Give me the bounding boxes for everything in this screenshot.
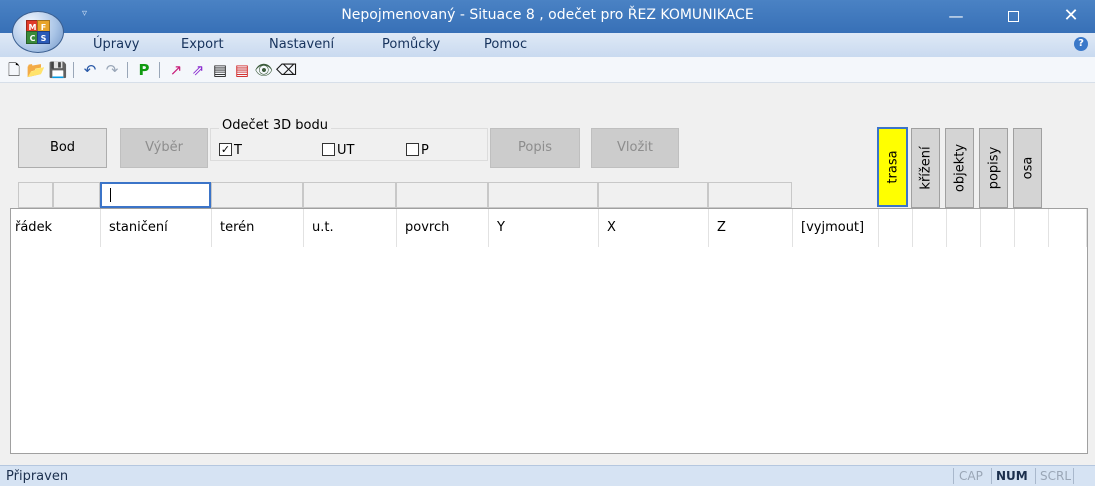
maximize-icon (1007, 11, 1019, 22)
checkbox-ut-box[interactable] (322, 143, 335, 156)
status-separator (991, 468, 992, 484)
route-tool-icon[interactable]: ↗ (166, 60, 186, 80)
tab-popisy-label: popisy (986, 146, 1001, 190)
checkbox-t-label: T (234, 143, 242, 158)
menu-bar: Úpravy Export Nastavení Pomůcky Pomoc ? (0, 33, 1095, 57)
edit-cell[interactable] (53, 182, 100, 208)
tab-trasa-label: trasa (885, 150, 900, 184)
edit-cell[interactable] (211, 182, 303, 208)
status-separator (1073, 468, 1074, 484)
menu-pomucky[interactable]: Pomůcky (382, 37, 440, 52)
menu-pomoc[interactable]: Pomoc (484, 37, 527, 52)
column-header-teren[interactable]: terén (212, 209, 304, 247)
tab-trasa[interactable]: trasa (877, 127, 908, 207)
tab-osa-label: osa (1020, 156, 1035, 180)
checkbox-ut-label: UT (337, 143, 355, 158)
column-header-radek[interactable]: řádek (11, 209, 101, 247)
help-icon[interactable]: ? (1074, 37, 1088, 51)
checkbox-t-box[interactable]: ✓ (219, 143, 232, 156)
edit-cell[interactable] (396, 182, 488, 208)
text-caret (110, 188, 111, 202)
tab-krizeni[interactable]: křížení (911, 128, 940, 208)
redo-icon[interactable]: ↷ (102, 60, 122, 80)
maximize-button[interactable] (990, 0, 1036, 32)
column-header-empty[interactable] (981, 209, 1015, 247)
status-bar: Připraven CAP NUM SCRL (0, 465, 1095, 486)
column-header-empty[interactable] (1049, 209, 1087, 247)
edit-cell[interactable] (598, 182, 708, 208)
caps-lock-indicator: CAP (959, 469, 983, 483)
p-green-icon[interactable]: P (134, 60, 154, 80)
tab-krizeni-label: křížení (918, 146, 933, 190)
tab-objekty[interactable]: objekty (945, 128, 974, 208)
column-header-vyjmout[interactable]: [vyjmout] (793, 209, 879, 247)
scroll-lock-indicator: SCRL (1040, 469, 1072, 483)
toolbar-separator (127, 62, 128, 78)
eye-icon[interactable]: 👁 (254, 60, 274, 80)
undo-icon[interactable]: ↶ (80, 60, 100, 80)
toolbar-separator (159, 62, 160, 78)
edit-cell-active[interactable] (100, 182, 211, 208)
status-text: Připraven (6, 469, 69, 484)
checkbox-p[interactable]: P (406, 143, 429, 159)
bod-button[interactable]: Bod (18, 128, 107, 168)
close-button[interactable]: ✕ (1048, 0, 1094, 32)
column-header-y[interactable]: Y (489, 209, 599, 247)
open-folder-icon[interactable]: 📂 (26, 60, 46, 80)
document-icon[interactable]: ▤ (210, 60, 230, 80)
toolbar-separator (73, 62, 74, 78)
checkbox-p-label: P (421, 143, 429, 158)
tab-popisy[interactable]: popisy (979, 128, 1008, 208)
window-title: Nepojmenovaný - Situace 8 , odečet pro Ř… (341, 7, 754, 23)
edit-cell[interactable] (18, 182, 53, 208)
column-header-empty[interactable] (879, 209, 913, 247)
application-menu-button[interactable]: M F C S (12, 11, 64, 53)
menu-nastaveni[interactable]: Nastavení (269, 37, 334, 52)
toolbar: 🗋 📂 💾 ↶ ↷ P ↗ ⇗ ▤ ▤ 👁 ⌫ (0, 57, 1095, 83)
column-header-staniceni[interactable]: staničení (101, 209, 212, 247)
route-tool-2-icon[interactable]: ⇗ (188, 60, 208, 80)
checkbox-ut[interactable]: UT (322, 143, 354, 159)
checkbox-p-box[interactable] (406, 143, 419, 156)
minimize-button[interactable]: — (933, 0, 979, 32)
column-header-x[interactable]: X (599, 209, 709, 247)
odecet-3d-group-label: Odečet 3D bodu (219, 118, 331, 133)
menu-upravy[interactable]: Úpravy (93, 37, 139, 52)
save-icon[interactable]: 💾 (48, 60, 68, 80)
column-header-z[interactable]: Z (709, 209, 793, 247)
num-lock-indicator: NUM (996, 469, 1028, 483)
menu-export[interactable]: Export (181, 37, 224, 52)
edit-cell[interactable] (488, 182, 598, 208)
tab-osa[interactable]: osa (1013, 128, 1042, 208)
column-header-povrch[interactable]: povrch (397, 209, 489, 247)
vlozit-button[interactable]: Vložit (591, 128, 679, 168)
tab-objekty-label: objekty (952, 143, 967, 193)
new-file-icon[interactable]: 🗋 (4, 60, 24, 80)
checkbox-t[interactable]: ✓ T (219, 143, 242, 159)
column-header-empty[interactable] (1015, 209, 1049, 247)
vyber-button[interactable]: Výběr (120, 128, 208, 168)
popis-button[interactable]: Popis (490, 128, 580, 168)
edit-cell[interactable] (303, 182, 396, 208)
status-separator (953, 468, 954, 484)
eraser-icon[interactable]: ⌫ (276, 60, 297, 80)
edit-cell[interactable] (708, 182, 792, 208)
status-separator (1035, 468, 1036, 484)
column-header-empty[interactable] (947, 209, 981, 247)
document-red-icon[interactable]: ▤ (232, 60, 252, 80)
column-header-ut[interactable]: u.t. (304, 209, 397, 247)
column-header-empty[interactable] (913, 209, 947, 247)
app-logo-cube-s: S (37, 31, 50, 44)
data-grid[interactable]: řádek staničení terén u.t. povrch Y X Z … (10, 208, 1088, 454)
